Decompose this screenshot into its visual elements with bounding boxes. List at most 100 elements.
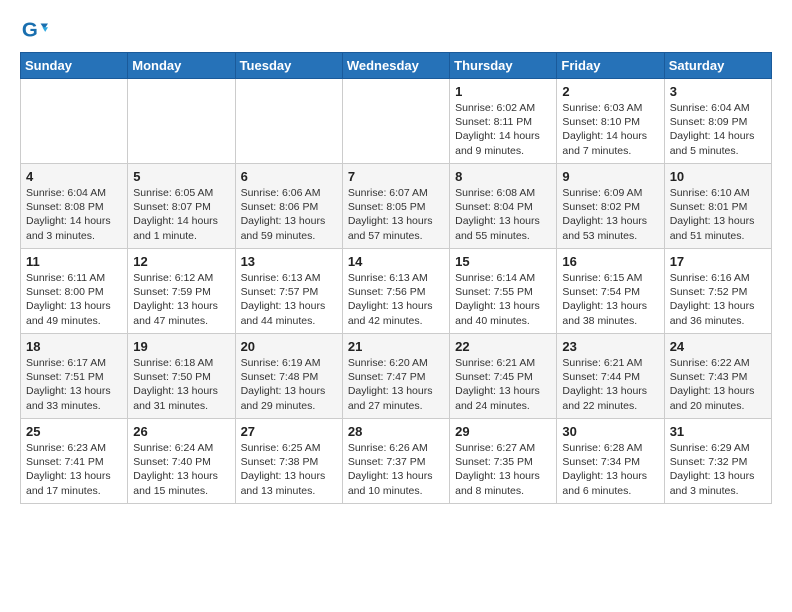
logo-icon: G — [20, 16, 48, 44]
calendar-body: 1 Sunrise: 6:02 AM Sunset: 8:11 PM Daylig… — [21, 79, 772, 504]
calendar-cell: 5 Sunrise: 6:05 AM Sunset: 8:07 PM Daylig… — [128, 164, 235, 249]
day-info: Sunrise: 6:15 AM Sunset: 7:54 PM Dayligh… — [562, 271, 658, 328]
header-friday: Friday — [557, 53, 664, 79]
day-number: 19 — [133, 339, 229, 354]
calendar-cell: 30Sunrise: 6:28 AM Sunset: 7:34 PM Dayli… — [557, 419, 664, 504]
day-number: 13 — [241, 254, 337, 269]
calendar-cell: 10 Sunrise: 6:10 AM Sunset: 8:01 PM Dayli… — [664, 164, 771, 249]
day-number: 3 — [670, 84, 766, 99]
calendar-cell: 20 Sunrise: 6:19 AM Sunset: 7:48 PM Dayli… — [235, 334, 342, 419]
calendar-cell — [128, 79, 235, 164]
logo: G — [20, 16, 52, 44]
calendar-header: Sunday Monday Tuesday Wednesday Thursday… — [21, 53, 772, 79]
day-number: 1 — [455, 84, 551, 99]
day-number: 31 — [670, 424, 766, 439]
day-info: Sunrise: 6:03 AM Sunset: 8:10 PM Dayligh… — [562, 101, 658, 158]
day-info: Sunrise: 6:29 AM Sunset: 7:32 PM Dayligh… — [670, 441, 766, 498]
header-sunday: Sunday — [21, 53, 128, 79]
calendar-cell: 4 Sunrise: 6:04 AM Sunset: 8:08 PM Daylig… — [21, 164, 128, 249]
calendar-week-1: 1 Sunrise: 6:02 AM Sunset: 8:11 PM Daylig… — [21, 79, 772, 164]
day-info: Sunrise: 6:04 AM Sunset: 8:08 PM Dayligh… — [26, 186, 122, 243]
calendar-cell: 31 Sunrise: 6:29 AM Sunset: 7:32 PM Dayli… — [664, 419, 771, 504]
calendar-cell: 6 Sunrise: 6:06 AM Sunset: 8:06 PM Daylig… — [235, 164, 342, 249]
page-header: G — [20, 16, 772, 44]
day-info: Sunrise: 6:10 AM Sunset: 8:01 PM Dayligh… — [670, 186, 766, 243]
calendar-table: Sunday Monday Tuesday Wednesday Thursday… — [20, 52, 772, 504]
day-info: Sunrise: 6:20 AM Sunset: 7:47 PM Dayligh… — [348, 356, 444, 413]
day-info: Sunrise: 6:02 AM Sunset: 8:11 PM Dayligh… — [455, 101, 551, 158]
day-number: 10 — [670, 169, 766, 184]
day-number: 17 — [670, 254, 766, 269]
calendar-cell: 16 Sunrise: 6:15 AM Sunset: 7:54 PM Dayli… — [557, 249, 664, 334]
day-info: Sunrise: 6:17 AM Sunset: 7:51 PM Dayligh… — [26, 356, 122, 413]
calendar-cell — [342, 79, 449, 164]
calendar-cell: 9 Sunrise: 6:09 AM Sunset: 8:02 PM Daylig… — [557, 164, 664, 249]
calendar-cell: 27Sunrise: 6:25 AM Sunset: 7:38 PM Dayli… — [235, 419, 342, 504]
day-info: Sunrise: 6:21 AM Sunset: 7:44 PM Dayligh… — [562, 356, 658, 413]
day-number: 28 — [348, 424, 444, 439]
calendar-week-3: 11 Sunrise: 6:11 AM Sunset: 8:00 PM Dayli… — [21, 249, 772, 334]
day-number: 20 — [241, 339, 337, 354]
calendar-cell: 19 Sunrise: 6:18 AM Sunset: 7:50 PM Dayli… — [128, 334, 235, 419]
day-number: 27 — [241, 424, 337, 439]
day-number: 11 — [26, 254, 122, 269]
day-info: Sunrise: 6:18 AM Sunset: 7:50 PM Dayligh… — [133, 356, 229, 413]
calendar-cell: 13 Sunrise: 6:13 AM Sunset: 7:57 PM Dayli… — [235, 249, 342, 334]
day-number: 9 — [562, 169, 658, 184]
calendar-cell: 23Sunrise: 6:21 AM Sunset: 7:44 PM Dayli… — [557, 334, 664, 419]
day-number: 8 — [455, 169, 551, 184]
day-number: 22 — [455, 339, 551, 354]
calendar-cell: 14 Sunrise: 6:13 AM Sunset: 7:56 PM Dayli… — [342, 249, 449, 334]
day-info: Sunrise: 6:12 AM Sunset: 7:59 PM Dayligh… — [133, 271, 229, 328]
day-info: Sunrise: 6:19 AM Sunset: 7:48 PM Dayligh… — [241, 356, 337, 413]
day-info: Sunrise: 6:07 AM Sunset: 8:05 PM Dayligh… — [348, 186, 444, 243]
day-info: Sunrise: 6:04 AM Sunset: 8:09 PM Dayligh… — [670, 101, 766, 158]
day-number: 14 — [348, 254, 444, 269]
header-saturday: Saturday — [664, 53, 771, 79]
day-info: Sunrise: 6:16 AM Sunset: 7:52 PM Dayligh… — [670, 271, 766, 328]
header-row: Sunday Monday Tuesday Wednesday Thursday… — [21, 53, 772, 79]
day-info: Sunrise: 6:13 AM Sunset: 7:56 PM Dayligh… — [348, 271, 444, 328]
day-info: Sunrise: 6:09 AM Sunset: 8:02 PM Dayligh… — [562, 186, 658, 243]
day-number: 12 — [133, 254, 229, 269]
calendar-cell: 11 Sunrise: 6:11 AM Sunset: 8:00 PM Dayli… — [21, 249, 128, 334]
day-number: 4 — [26, 169, 122, 184]
day-number: 21 — [348, 339, 444, 354]
day-info: Sunrise: 6:13 AM Sunset: 7:57 PM Dayligh… — [241, 271, 337, 328]
calendar-cell: 18 Sunrise: 6:17 AM Sunset: 7:51 PM Dayli… — [21, 334, 128, 419]
day-number: 15 — [455, 254, 551, 269]
day-number: 29 — [455, 424, 551, 439]
calendar-week-4: 18 Sunrise: 6:17 AM Sunset: 7:51 PM Dayli… — [21, 334, 772, 419]
calendar-cell — [21, 79, 128, 164]
day-info: Sunrise: 6:24 AM Sunset: 7:40 PM Dayligh… — [133, 441, 229, 498]
day-info: Sunrise: 6:22 AM Sunset: 7:43 PM Dayligh… — [670, 356, 766, 413]
day-info: Sunrise: 6:28 AM Sunset: 7:34 PM Dayligh… — [562, 441, 658, 498]
calendar-cell: 28 Sunrise: 6:26 AM Sunset: 7:37 PM Dayli… — [342, 419, 449, 504]
svg-text:G: G — [22, 19, 38, 42]
day-info: Sunrise: 6:27 AM Sunset: 7:35 PM Dayligh… — [455, 441, 551, 498]
calendar-cell: 17 Sunrise: 6:16 AM Sunset: 7:52 PM Dayli… — [664, 249, 771, 334]
calendar-cell: 25Sunrise: 6:23 AM Sunset: 7:41 PM Dayli… — [21, 419, 128, 504]
day-number: 2 — [562, 84, 658, 99]
header-monday: Monday — [128, 53, 235, 79]
day-info: Sunrise: 6:14 AM Sunset: 7:55 PM Dayligh… — [455, 271, 551, 328]
day-info: Sunrise: 6:06 AM Sunset: 8:06 PM Dayligh… — [241, 186, 337, 243]
day-number: 16 — [562, 254, 658, 269]
calendar-week-5: 25Sunrise: 6:23 AM Sunset: 7:41 PM Dayli… — [21, 419, 772, 504]
calendar-cell: 7Sunrise: 6:07 AM Sunset: 8:05 PM Daylig… — [342, 164, 449, 249]
calendar-cell: 29 Sunrise: 6:27 AM Sunset: 7:35 PM Dayli… — [450, 419, 557, 504]
day-number: 5 — [133, 169, 229, 184]
day-info: Sunrise: 6:26 AM Sunset: 7:37 PM Dayligh… — [348, 441, 444, 498]
calendar-cell: 8Sunrise: 6:08 AM Sunset: 8:04 PM Daylig… — [450, 164, 557, 249]
day-info: Sunrise: 6:05 AM Sunset: 8:07 PM Dayligh… — [133, 186, 229, 243]
calendar-cell — [235, 79, 342, 164]
day-number: 18 — [26, 339, 122, 354]
header-thursday: Thursday — [450, 53, 557, 79]
day-number: 6 — [241, 169, 337, 184]
calendar-week-2: 4 Sunrise: 6:04 AM Sunset: 8:08 PM Daylig… — [21, 164, 772, 249]
calendar-cell: 21 Sunrise: 6:20 AM Sunset: 7:47 PM Dayli… — [342, 334, 449, 419]
calendar-cell: 2 Sunrise: 6:03 AM Sunset: 8:10 PM Daylig… — [557, 79, 664, 164]
calendar-cell: 3 Sunrise: 6:04 AM Sunset: 8:09 PM Daylig… — [664, 79, 771, 164]
header-tuesday: Tuesday — [235, 53, 342, 79]
day-info: Sunrise: 6:11 AM Sunset: 8:00 PM Dayligh… — [26, 271, 122, 328]
